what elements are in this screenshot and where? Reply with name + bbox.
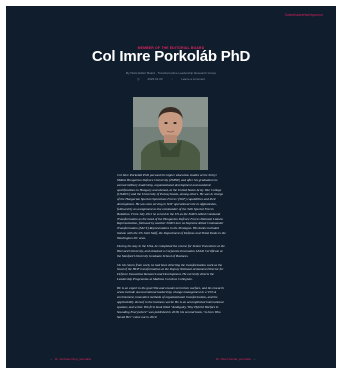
next-post-link[interactable]: Dr. Péter Kende, journalist → xyxy=(216,357,258,361)
arrow-left-icon: ← xyxy=(50,357,53,361)
body-paragraph: Col Imre Porkoláb PhD pursued his higher… xyxy=(117,173,226,240)
article-body: Col Imre Porkoláb PhD pursued his higher… xyxy=(117,173,226,323)
body-paragraph: On his return from work, he had been dir… xyxy=(117,262,224,282)
article-byline: By ISAG Editor Board · Transformative Le… xyxy=(125,71,217,75)
portrait-photo xyxy=(133,97,208,170)
article-date: 2023.01.03 xyxy=(147,77,163,81)
comments-link[interactable]: Leave a comment xyxy=(181,77,205,81)
body-paragraph: During his stay in the USA, he completed… xyxy=(117,244,225,259)
prev-post-label: Dr. Andreas Klug, journalist xyxy=(55,357,92,361)
page-frame: Submit/advertise/sponsor MEMBER OF THE E… xyxy=(6,6,336,368)
arrow-right-icon: → xyxy=(253,357,257,361)
next-post-label: Dr. Péter Kende, journalist xyxy=(216,357,252,361)
body-paragraph: He is an expert in the guerrilla and cou… xyxy=(117,285,224,319)
submit-link[interactable]: Submit/advertise/sponsor xyxy=(285,13,323,17)
clock-icon: ◷ xyxy=(136,77,140,81)
comment-icon: ◌ xyxy=(171,77,174,81)
article-meta: ◷ 2023.01.03 ◌ Leave a comment xyxy=(6,77,336,81)
prev-post-link[interactable]: ← Dr. Andreas Klug, journalist xyxy=(48,357,91,361)
page-title: Col Imre Porkoláb PhD xyxy=(91,48,251,65)
